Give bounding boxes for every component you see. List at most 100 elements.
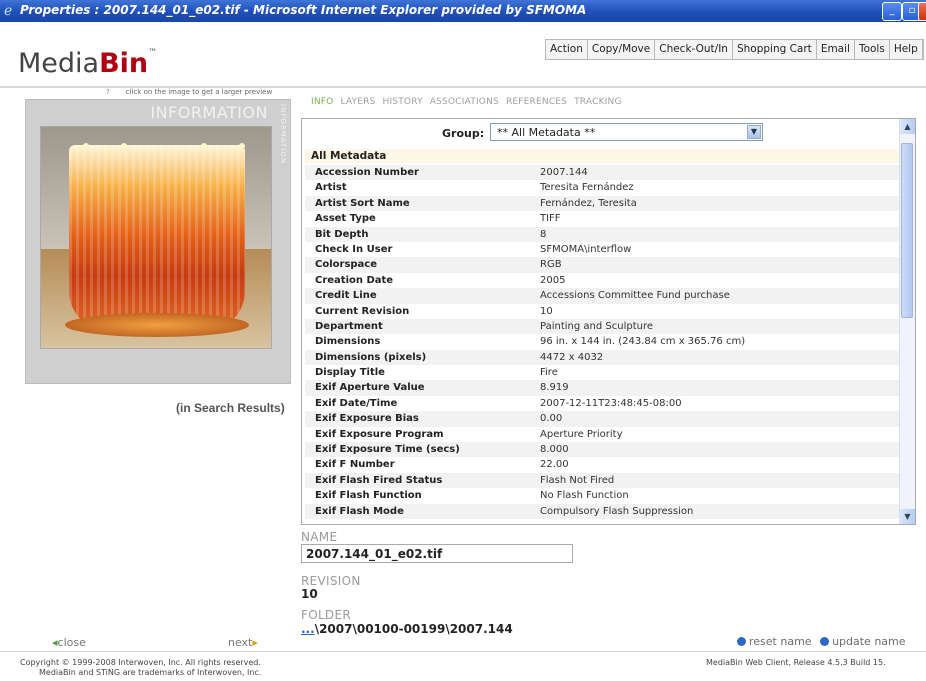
name-label: NAME xyxy=(301,530,338,544)
metadata-value: Accessions Committee Fund purchase xyxy=(540,290,730,302)
metadata-value: 0.00 xyxy=(540,413,563,425)
table-row: Artist Teresita Fernández xyxy=(305,180,900,195)
metadata-scrollbar[interactable]: ▲ ▼ xyxy=(899,119,915,524)
table-row: Accession Number 2007.144 xyxy=(305,165,900,181)
metadata-key: Current Revision xyxy=(315,305,410,317)
toolbar-tools[interactable]: Tools xyxy=(855,40,890,59)
name-actions: reset name update name xyxy=(737,635,906,648)
table-row: Bit Depth 8 xyxy=(305,226,900,242)
update-name-button[interactable]: update name xyxy=(820,635,906,648)
metadata-value: No Flash Function xyxy=(540,490,629,502)
metadata-value: 96 in. x 144 in. (243.84 cm x 365.76 cm) xyxy=(540,336,746,348)
window-title: Properties : 2007.144_01_e02.tif - Micro… xyxy=(20,3,587,17)
close-window-button[interactable] xyxy=(918,2,926,21)
metadata-value: Painting and Sculpture xyxy=(540,320,653,332)
scroll-up-icon[interactable]: ▲ xyxy=(900,119,915,134)
ceiling-light xyxy=(121,143,127,149)
artwork-cylinder xyxy=(69,145,245,331)
metadata-panel: Group: ** All Metadata ** ▼ All Metadata… xyxy=(301,118,916,525)
copyright: Copyright © 1999-2008 Interwoven, Inc. A… xyxy=(20,658,262,677)
metadata-key: Exif Aperture Value xyxy=(315,382,425,394)
toolbar-shopping-cart[interactable]: Shopping Cart xyxy=(733,40,817,59)
table-row: Exif Exposure Bias 0.00 xyxy=(305,411,900,427)
window-title-bar: ℯ Properties : 2007.144_01_e02.tif - Mic… xyxy=(0,0,926,22)
metadata-key: Artist Sort Name xyxy=(315,197,410,209)
minimize-button[interactable]: _ xyxy=(882,2,902,21)
table-row: Exif Flash Fired Status Flash Not Fired xyxy=(305,472,900,489)
folder-value: ...\2007\00100-00199\2007.144 xyxy=(301,622,513,636)
metadata-key: Department xyxy=(315,320,383,332)
tab-history[interactable]: HISTORY xyxy=(382,97,422,107)
table-row: Exif Aperture Value 8.919 xyxy=(305,380,900,396)
metadata-key: Dimensions xyxy=(315,336,381,348)
ceiling-light xyxy=(239,143,245,149)
table-row: Artist Sort Name Fernández, Teresita xyxy=(305,195,900,212)
metadata-value: TIFF xyxy=(540,213,561,225)
metadata-key: Bit Depth xyxy=(315,228,369,240)
in-search-results-label: (in Search Results) xyxy=(176,401,285,415)
metadata-table: Accession Number 2007.144 Artist Teresita F… xyxy=(305,165,900,519)
table-row: Dimensions (pixels) 4472 x 4032 xyxy=(305,349,900,366)
toolbar-help[interactable]: Help xyxy=(890,40,923,59)
metadata-value: 8.919 xyxy=(540,382,569,394)
table-row: Creation Date 2005 xyxy=(305,273,900,288)
metadata-key: Colorspace xyxy=(315,259,378,271)
toolbar-copy-move[interactable]: Copy/Move xyxy=(588,40,656,59)
name-input[interactable] xyxy=(301,544,573,563)
toolbar-check-out-in[interactable]: Check-Out/In xyxy=(655,40,733,59)
metadata-value: Aperture Priority xyxy=(540,428,623,440)
table-row: Exif Date/Time 2007-12-11T23:48:45-08:00 xyxy=(305,396,900,411)
reset-name-button[interactable]: reset name xyxy=(737,635,812,648)
metadata-value: Flash Not Fired xyxy=(540,474,615,486)
next-link[interactable]: next▸ xyxy=(228,636,258,649)
table-row: Exif Exposure Program Aperture Priority xyxy=(305,427,900,442)
ceiling-light xyxy=(83,143,89,149)
metadata-key: Artist xyxy=(315,182,347,194)
footer-divider xyxy=(0,651,926,652)
metadata-section-title: All Metadata xyxy=(305,149,900,163)
metadata-key: Exif Exposure Time (secs) xyxy=(315,444,460,456)
tab-references[interactable]: REFERENCES xyxy=(506,97,567,107)
table-row: Display Title Fire xyxy=(305,365,900,380)
table-row: Exif Flash Function No Flash Function xyxy=(305,488,900,503)
toolbar-action[interactable]: Action xyxy=(546,40,588,59)
folder-browse-link[interactable]: ... xyxy=(301,622,315,636)
metadata-value: 22.00 xyxy=(540,459,569,471)
tab-info[interactable]: INFO xyxy=(311,97,333,107)
scrollbar-thumb[interactable] xyxy=(901,143,913,318)
revision-value: 10 xyxy=(301,587,318,601)
metadata-value: 8.000 xyxy=(540,444,569,456)
tab-tracking[interactable]: TRACKING xyxy=(574,97,622,107)
mediabin-logo: MediaBin™ xyxy=(18,48,158,79)
group-label: Group: xyxy=(442,127,485,140)
metadata-key: Accession Number xyxy=(315,167,419,178)
close-link[interactable]: ◂close xyxy=(52,636,86,649)
metadata-key: Exif Exposure Bias xyxy=(315,413,419,425)
group-select[interactable]: ** All Metadata ** ▼ xyxy=(490,123,763,141)
metadata-key: Exif Exposure Program xyxy=(315,428,444,440)
group-row: Group: ** All Metadata ** ▼ xyxy=(302,119,900,149)
next-arrow-icon: ▸ xyxy=(252,636,258,649)
tab-associations[interactable]: ASSOCIATIONS xyxy=(430,97,499,107)
panel-title: INFORMATION xyxy=(150,103,268,122)
metadata-key: Exif F Number xyxy=(315,459,395,471)
metadata-key: Dimensions (pixels) xyxy=(315,351,427,363)
chevron-down-icon[interactable]: ▼ xyxy=(747,125,761,139)
update-icon xyxy=(820,637,830,646)
table-row: Dimensions 96 in. x 144 in. (243.84 cm x … xyxy=(305,334,900,349)
tab-layers[interactable]: LAYERS xyxy=(340,97,375,107)
reset-icon xyxy=(737,637,746,646)
table-row: Check In User SFMOMA\interflow xyxy=(305,242,900,257)
metadata-value: 2007-12-11T23:48:45-08:00 xyxy=(540,397,682,409)
metadata-key: Check In User xyxy=(315,243,393,255)
scroll-down-icon[interactable]: ▼ xyxy=(900,509,915,524)
folder-label: FOLDER xyxy=(301,608,351,622)
metadata-value: 2005 xyxy=(540,274,566,286)
metadata-value: Compulsory Flash Suppression xyxy=(540,505,694,517)
asset-preview-image[interactable] xyxy=(40,126,272,349)
table-row: Department Painting and Sculpture xyxy=(305,318,900,335)
panel-vertical-label: INFORMATION xyxy=(279,104,287,165)
metadata-key: Exif Flash Fired Status xyxy=(315,474,443,486)
revision-label: REVISION xyxy=(301,574,361,588)
toolbar-email[interactable]: Email xyxy=(817,40,855,59)
